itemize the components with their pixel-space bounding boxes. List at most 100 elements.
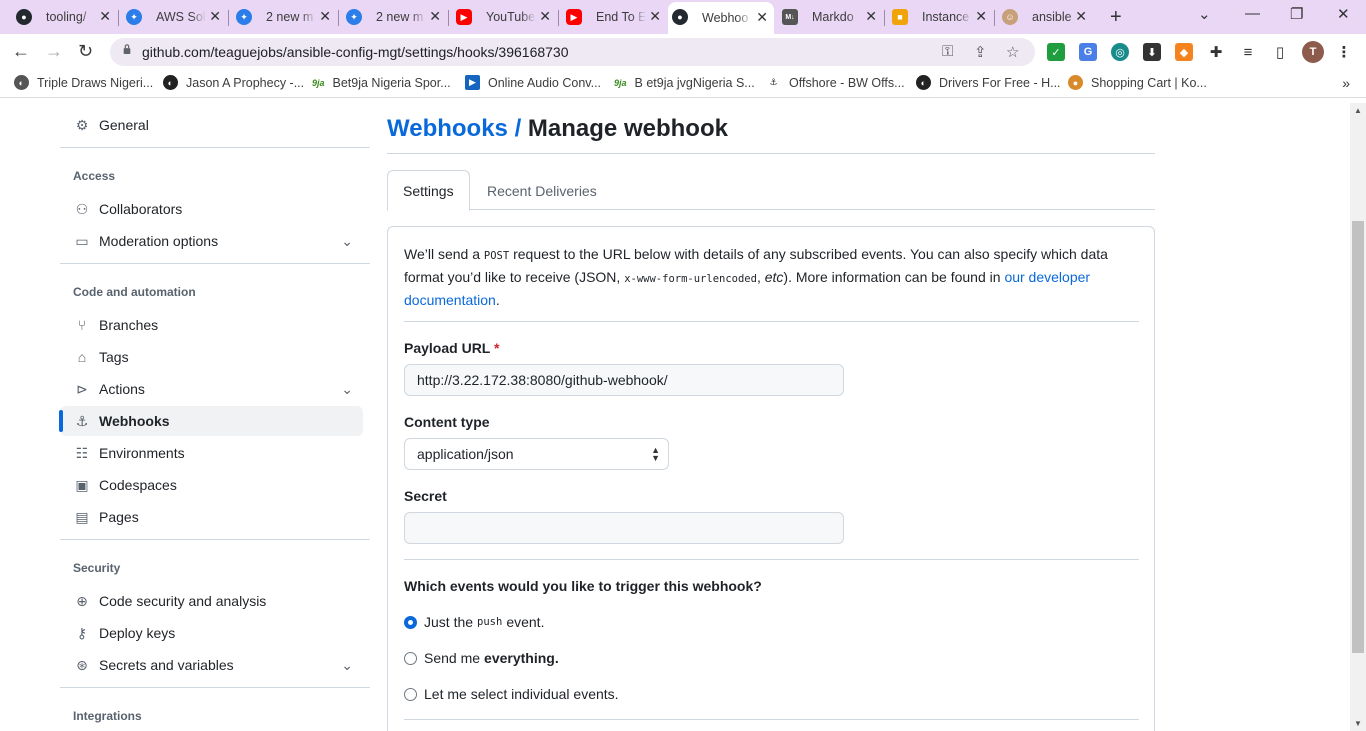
offshore-icon: ⚓ xyxy=(769,77,778,87)
event-option-push[interactable]: Just the push event. xyxy=(404,614,544,630)
close-tab-icon[interactable]: ✕ xyxy=(649,8,661,25)
sidebar-item-code-security[interactable]: ⊕ Code security and analysis xyxy=(60,586,363,616)
browser-tab[interactable]: ✦ 2 new m ✕ xyxy=(232,4,337,30)
share-icon[interactable]: ⇪ xyxy=(974,43,987,61)
close-tab-icon[interactable]: ✕ xyxy=(975,8,987,25)
sidebar-item-general[interactable]: ⚙ General xyxy=(60,110,363,140)
comment-icon: ▭ xyxy=(75,232,89,249)
browser-tab[interactable]: M↓ Markdo ✕ xyxy=(778,4,883,30)
close-tab-icon[interactable]: ✕ xyxy=(209,8,221,25)
close-window-icon[interactable]: ✕ xyxy=(1337,5,1350,23)
events-question: Which events would you like to trigger t… xyxy=(404,578,762,594)
scrollbar-thumb[interactable] xyxy=(1352,221,1364,653)
close-tab-icon[interactable]: ✕ xyxy=(429,8,441,25)
people-icon: ⚇ xyxy=(75,200,89,217)
browser-toolbar: ← → ↻ github.com/teaguejobs/ansible-conf… xyxy=(0,34,1366,70)
sidebar-item-secrets[interactable]: ⊛ Secrets and variables ⌄ xyxy=(60,650,363,680)
translate-icon[interactable]: G xyxy=(1079,43,1097,61)
browser-icon: ▤ xyxy=(75,508,89,525)
tab-search-icon[interactable]: ⌄ xyxy=(1198,5,1211,23)
webhook-icon: ⚓ xyxy=(75,412,89,429)
extension-circle-icon[interactable]: ◎ xyxy=(1111,43,1129,61)
section-heading-code: Code and automation xyxy=(73,285,196,299)
profile-avatar[interactable]: T xyxy=(1302,41,1324,63)
secret-input[interactable] xyxy=(404,512,844,544)
play-circle-icon: ⊳ xyxy=(76,380,88,397)
close-tab-icon[interactable]: ✕ xyxy=(1075,8,1087,25)
close-tab-icon[interactable]: ✕ xyxy=(99,8,111,25)
browser-tab[interactable]: ☺ ansible ✕ xyxy=(998,4,1093,30)
tab-title: tooling/ xyxy=(46,10,87,24)
bookmark[interactable]: 9ja B et9ja jvgNigeria S... xyxy=(614,75,755,90)
extensions-puzzle-icon[interactable]: ✚ xyxy=(1207,43,1225,61)
bookmark[interactable]: ◐ Jason A Prophecy -... xyxy=(163,75,304,90)
browser-tab[interactable]: ■ Instance ✕ xyxy=(888,4,993,30)
browser-tab[interactable]: ▶ YouTube ✕ xyxy=(452,4,557,30)
radio-selected-icon[interactable] xyxy=(404,615,417,629)
scroll-up-icon[interactable]: ▲ xyxy=(1354,106,1362,115)
bookmark[interactable]: ▶ Online Audio Conv... xyxy=(465,75,601,90)
radio-icon[interactable] xyxy=(404,687,417,701)
sidebar-item-tags[interactable]: ⌂ Tags xyxy=(60,342,363,372)
close-tab-icon[interactable]: ✕ xyxy=(865,8,877,25)
bookmark[interactable]: ● Shopping Cart | Ko... xyxy=(1068,75,1207,90)
browser-tab[interactable]: ✦ AWS Sol ✕ xyxy=(122,4,227,30)
codespaces-icon: ▣ xyxy=(75,476,89,493)
media-list-icon[interactable]: ≡ xyxy=(1239,43,1257,61)
restore-icon[interactable]: ❐ xyxy=(1290,5,1303,23)
sidebar-item-environments[interactable]: ☷ Environments xyxy=(60,438,363,468)
bookmark[interactable]: 9ja Bet9ja Nigeria Spor... xyxy=(312,75,451,90)
sidebar-item-deploy-keys[interactable]: ⚷ Deploy keys xyxy=(60,618,363,648)
sidebar-item-moderation[interactable]: ▭ Moderation options ⌄ xyxy=(60,226,363,256)
browser-tab[interactable]: ● tooling/ ✕ xyxy=(12,4,117,30)
sidebar-item-webhooks[interactable]: ⚓ Webhooks xyxy=(59,406,363,436)
browser-tab[interactable]: ▶ End To E ✕ xyxy=(562,4,667,30)
page-scrollbar[interactable]: ▲ ▼ xyxy=(1350,103,1366,731)
sidebar-item-actions[interactable]: ⊳ Actions ⌄ xyxy=(60,374,363,404)
radio-icon[interactable] xyxy=(404,651,417,665)
close-tab-icon[interactable]: ✕ xyxy=(539,8,551,25)
shopping-cart-icon: ● xyxy=(1068,75,1083,90)
sidebar-item-pages[interactable]: ▤ Pages xyxy=(60,502,363,532)
sidebar-item-branches[interactable]: ⑂ Branches xyxy=(60,310,363,340)
reload-icon[interactable]: ↻ xyxy=(78,41,93,62)
close-tab-icon[interactable]: ✕ xyxy=(319,8,331,25)
event-option-everything[interactable]: Send me everything. xyxy=(404,650,559,666)
tab-title: 2 new m xyxy=(376,10,424,24)
metamask-icon[interactable]: ◆ xyxy=(1175,43,1193,61)
markdown-icon: M↓ xyxy=(782,9,798,25)
event-option-individual[interactable]: Let me select individual events. xyxy=(404,686,619,702)
scroll-down-icon[interactable]: ▼ xyxy=(1354,719,1362,728)
back-icon[interactable]: ← xyxy=(12,41,30,62)
browser-tab[interactable]: ✦ 2 new m ✕ xyxy=(342,4,447,30)
payload-url-input[interactable]: http://3.22.172.38:8080/github-webhook/ xyxy=(404,364,844,396)
bookmark-star-icon[interactable]: ☆ xyxy=(1006,43,1019,61)
key-icon[interactable]: ⚿ xyxy=(942,43,953,60)
close-tab-icon[interactable]: ✕ xyxy=(756,9,768,26)
extension-check-icon[interactable]: ✓ xyxy=(1047,43,1065,61)
page-title-text: Manage webhook xyxy=(527,115,728,142)
select-arrows-icon: ▲ ▼ xyxy=(651,445,660,463)
tab-recent-deliveries[interactable]: Recent Deliveries xyxy=(472,170,612,211)
address-bar[interactable]: github.com/teaguejobs/ansible-config-mgt… xyxy=(110,38,1035,66)
chevron-down-icon: ⌄ xyxy=(341,233,353,249)
minimize-icon[interactable]: — xyxy=(1245,5,1260,22)
breadcrumb-webhooks[interactable]: Webhooks xyxy=(387,115,508,142)
more-bookmarks-icon[interactable]: » xyxy=(1342,75,1350,91)
browser-tab-active[interactable]: ● Webhoo ✕ xyxy=(668,2,774,34)
key-icon: ⚷ xyxy=(76,624,88,641)
download-extension-icon[interactable]: ⬇ xyxy=(1143,43,1161,61)
content-type-select[interactable]: application/json ▲ ▼ xyxy=(404,438,669,470)
menu-kebab-icon[interactable]: ⋮ xyxy=(1335,43,1353,61)
sidebar-item-collaborators[interactable]: ⚇ Collaborators xyxy=(60,194,363,224)
new-tab-icon[interactable]: + xyxy=(1110,6,1122,29)
forward-icon[interactable]: → xyxy=(45,41,63,62)
side-panel-icon[interactable]: ▯ xyxy=(1271,43,1289,61)
bookmark[interactable]: ⚓ Offshore - BW Offs... xyxy=(766,75,904,90)
tab-settings[interactable]: Settings xyxy=(387,170,470,211)
bookmarks-bar: ◐ Triple Draws Nigeri... ◐ Jason A Proph… xyxy=(0,70,1366,98)
bookmark[interactable]: ◐ Triple Draws Nigeri... xyxy=(14,75,153,90)
bookmark[interactable]: ◐ Drivers For Free - H... xyxy=(916,75,1061,90)
sidebar-item-codespaces[interactable]: ▣ Codespaces xyxy=(60,470,363,500)
branch-icon: ⑂ xyxy=(77,317,87,333)
